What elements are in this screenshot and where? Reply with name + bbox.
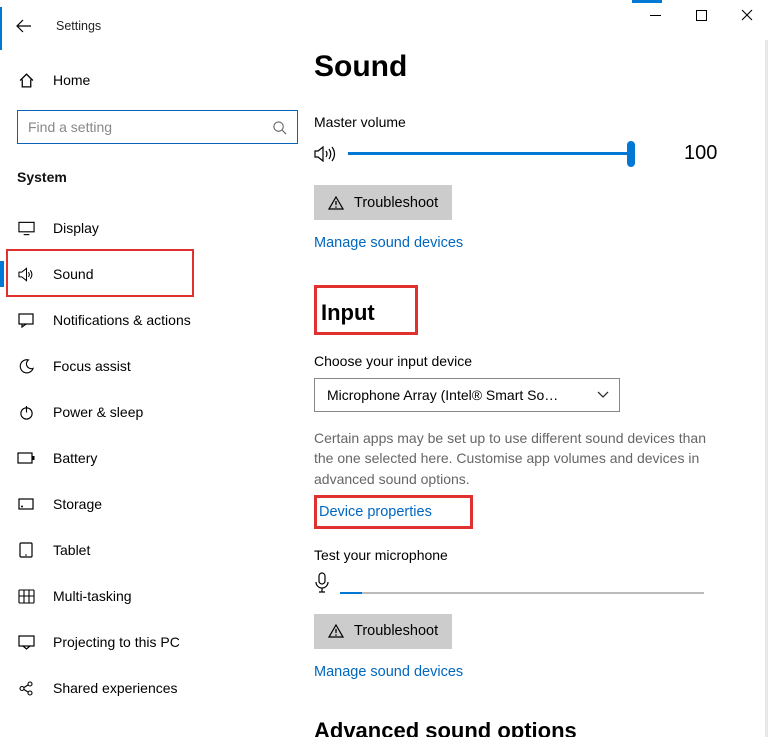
sidebar-item-label: Power & sleep [53, 404, 143, 420]
search-box[interactable] [17, 110, 298, 144]
window-controls [632, 0, 770, 30]
nav-home-label: Home [53, 72, 90, 88]
search-input[interactable] [28, 119, 248, 135]
speaker-volume-icon [314, 145, 336, 163]
microphone-icon [314, 572, 330, 594]
sidebar-item-label: Notifications & actions [53, 312, 191, 328]
multitasking-icon [17, 589, 35, 604]
back-button[interactable] [4, 7, 44, 45]
sidebar-item-label: Tablet [53, 542, 90, 558]
sidebar-section-header: System [0, 169, 310, 185]
sidebar-item-multitasking[interactable]: Multi-tasking [0, 573, 310, 619]
message-icon [17, 313, 35, 328]
sidebar-item-label: Multi-tasking [53, 588, 132, 604]
sidebar-item-battery[interactable]: Battery [0, 435, 310, 481]
sidebar-item-label: Focus assist [53, 358, 131, 374]
input-section-title: Input [321, 300, 375, 326]
search-icon [272, 120, 287, 135]
volume-row: 100 [314, 142, 745, 165]
sidebar-item-focus-assist[interactable]: Focus assist [0, 343, 310, 389]
volume-slider[interactable] [348, 144, 632, 164]
sidebar: Settings Home System Display Sound Notif… [0, 0, 310, 737]
troubleshoot-input-button[interactable]: Troubleshoot [314, 614, 452, 649]
input-helper-text: Certain apps may be set up to use differ… [314, 428, 716, 489]
sidebar-item-power-sleep[interactable]: Power & sleep [0, 389, 310, 435]
maximize-button[interactable] [678, 0, 724, 30]
troubleshoot-output-button[interactable]: Troubleshoot [314, 185, 452, 220]
arrow-left-icon [16, 18, 32, 34]
main-panel: Sound Master volume 100 Troubleshoot Man… [310, 0, 770, 737]
sidebar-item-shared-experiences[interactable]: Shared experiences [0, 665, 310, 711]
sidebar-item-display[interactable]: Display [0, 205, 310, 251]
monitor-icon [17, 221, 35, 236]
window-title: Settings [56, 19, 101, 33]
minimize-button[interactable] [632, 0, 678, 30]
sidebar-item-notifications[interactable]: Notifications & actions [0, 297, 310, 343]
sidebar-item-storage[interactable]: Storage [0, 481, 310, 527]
scrollbar[interactable] [765, 40, 768, 737]
advanced-sound-title: Advanced sound options [314, 718, 745, 737]
moon-icon [17, 359, 35, 374]
input-device-selected: Microphone Array (Intel® Smart So… [327, 387, 558, 403]
sidebar-item-sound[interactable]: Sound [0, 251, 310, 297]
speaker-icon [17, 267, 35, 282]
window-accent-edge [0, 7, 2, 50]
sidebar-item-projecting[interactable]: Projecting to this PC [0, 619, 310, 665]
annotation-highlight-input: Input [314, 285, 418, 335]
sidebar-item-label: Sound [53, 266, 93, 282]
tablet-icon [17, 542, 35, 558]
projecting-icon [17, 635, 35, 650]
sidebar-item-tablet[interactable]: Tablet [0, 527, 310, 573]
sidebar-item-label: Battery [53, 450, 97, 466]
device-properties-link[interactable]: Device properties [319, 504, 432, 520]
input-device-dropdown[interactable]: Microphone Array (Intel® Smart So… [314, 378, 620, 412]
test-mic-label: Test your microphone [314, 547, 745, 563]
warning-icon [328, 196, 344, 210]
troubleshoot-label: Troubleshoot [354, 623, 438, 639]
power-icon [17, 405, 35, 420]
battery-icon [17, 452, 35, 464]
mic-level-meter [340, 592, 704, 594]
page-title: Sound [314, 50, 745, 84]
share-icon [17, 681, 35, 696]
chevron-down-icon [597, 391, 609, 399]
manage-output-devices-link[interactable]: Manage sound devices [314, 235, 463, 251]
mic-test-row [314, 572, 745, 594]
sidebar-item-label: Shared experiences [53, 680, 178, 696]
sidebar-item-label: Projecting to this PC [53, 634, 180, 650]
mic-level-fill [340, 592, 362, 594]
volume-value: 100 [684, 142, 717, 165]
close-button[interactable] [724, 0, 770, 30]
master-volume-label: Master volume [314, 114, 745, 130]
content-scroll-area: Sound Master volume 100 Troubleshoot Man… [310, 0, 760, 737]
troubleshoot-label: Troubleshoot [354, 195, 438, 211]
volume-slider-thumb[interactable] [627, 141, 635, 167]
home-icon [17, 72, 35, 89]
annotation-highlight-device-properties: Device properties [314, 495, 473, 529]
manage-input-devices-link[interactable]: Manage sound devices [314, 664, 463, 680]
sidebar-item-label: Display [53, 220, 99, 236]
sidebar-item-label: Storage [53, 496, 102, 512]
nav-home[interactable]: Home [0, 60, 310, 100]
choose-input-label: Choose your input device [314, 353, 745, 369]
storage-icon [17, 498, 35, 510]
titlebar: Settings [0, 7, 310, 45]
warning-icon [328, 624, 344, 638]
